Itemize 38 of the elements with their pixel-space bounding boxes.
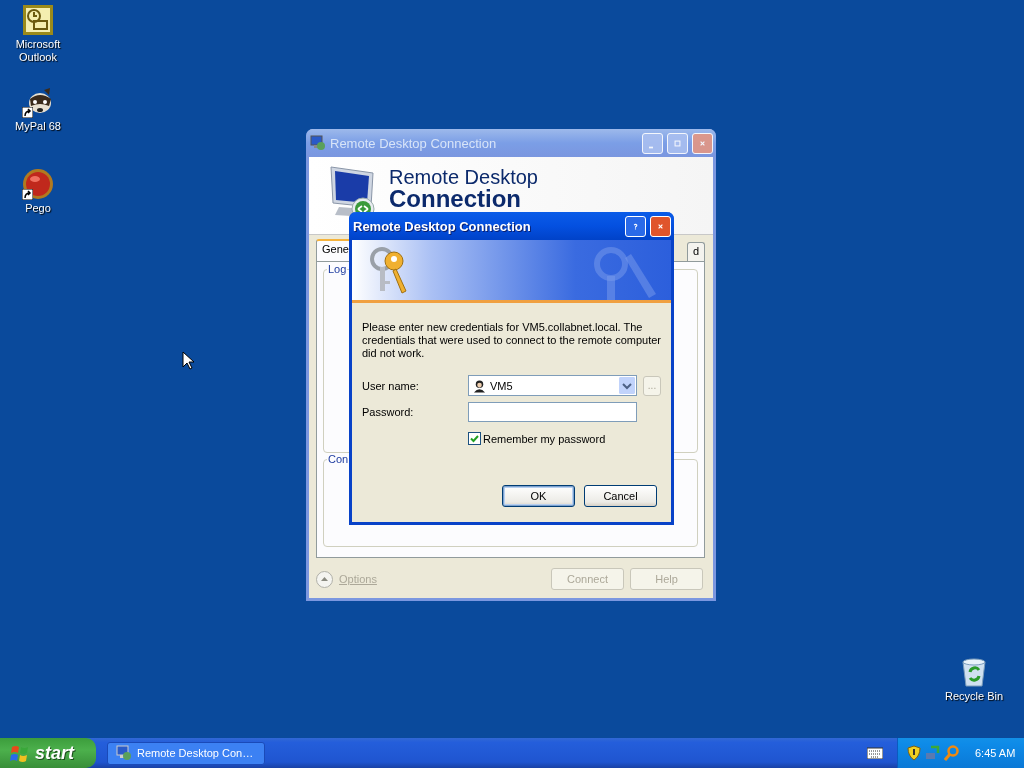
group-label: Log xyxy=(327,263,348,276)
user-icon xyxy=(473,378,486,393)
icon-label: Pego xyxy=(25,202,51,215)
mouse-cursor-icon xyxy=(182,351,194,370)
window-title: Remote Desktop Connection xyxy=(353,218,532,234)
field-label: User name: xyxy=(362,379,420,392)
checkbox[interactable] xyxy=(468,432,481,445)
field-label: Password: xyxy=(362,406,415,418)
username-combo[interactable]: VM5 xyxy=(468,375,637,396)
envelope-clock-icon[interactable] xyxy=(22,4,54,36)
dialog-button[interactable]: OK xyxy=(502,485,575,507)
icon-label: MyPal 68 xyxy=(15,120,61,133)
group-label: Con xyxy=(327,453,350,466)
product-title: Remote Desktop xyxy=(389,167,538,188)
dropdown-arrow-icon xyxy=(619,377,635,394)
monitor-icon xyxy=(116,745,132,761)
product-title: Connection xyxy=(389,188,521,209)
icon-label: Recycle Bin xyxy=(944,690,1004,703)
taskbar-button[interactable]: Remote Desktop Con… xyxy=(107,741,265,765)
start-button[interactable]: start xyxy=(0,738,96,768)
help-button[interactable] xyxy=(625,215,646,237)
window-title: Remote Desktop Connection xyxy=(330,135,498,151)
shortcut-arrow-icon xyxy=(22,107,33,118)
shortcut-arrow-icon xyxy=(22,189,33,200)
icon-label: Microsoft Outlook xyxy=(14,38,62,64)
shield-icon[interactable] xyxy=(906,745,922,761)
keyboard-icon[interactable] xyxy=(867,747,883,759)
check-icon xyxy=(469,433,480,444)
dialog-button[interactable]: Cancel xyxy=(584,485,657,507)
checkbox-label: Remember my password xyxy=(483,432,606,445)
windows-flag-icon xyxy=(10,743,30,763)
password-field[interactable] xyxy=(468,402,637,422)
message-text: Please enter new credentials for VM5.collabnet.local. The credentials that were used to connect to the remote computer did not work. xyxy=(362,321,662,360)
clock: 6:45 AM xyxy=(975,747,1016,759)
monitor-icon xyxy=(310,135,326,151)
close-button[interactable] xyxy=(650,215,671,237)
browse-button[interactable]: ... xyxy=(643,375,661,396)
min-icon xyxy=(649,145,653,149)
